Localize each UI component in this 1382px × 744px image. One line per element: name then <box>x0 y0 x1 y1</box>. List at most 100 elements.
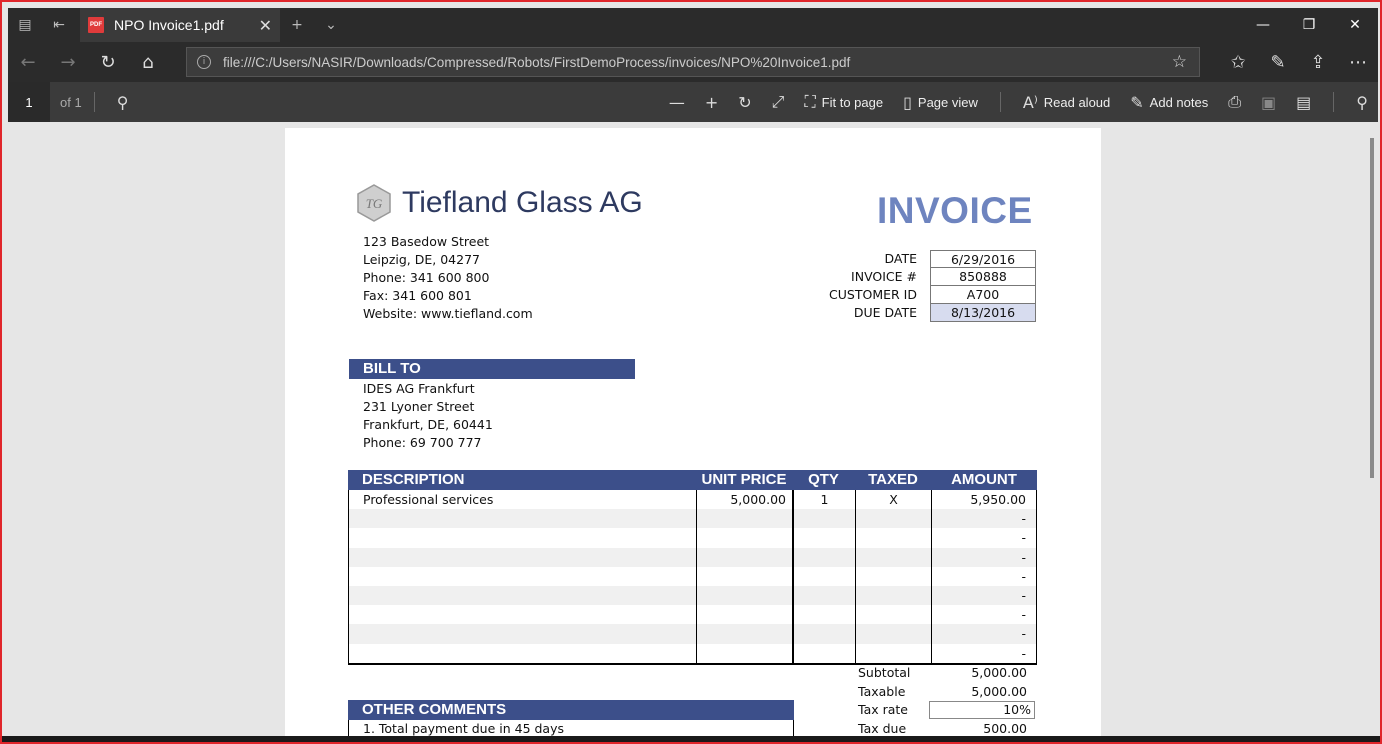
set-aside-tabs-icon[interactable]: ⇤ <box>42 8 76 42</box>
table-cell <box>696 624 792 644</box>
chevron-down-icon[interactable]: ⌄ <box>314 8 348 42</box>
invoice-meta-labels: DATE INVOICE # CUSTOMER ID DUE DATE <box>805 250 917 322</box>
expand-icon: ⤢ <box>771 92 785 111</box>
zoom-out-button[interactable]: — <box>659 82 695 122</box>
customer-id-value: A700 <box>930 286 1036 304</box>
tab-active[interactable]: PDF NPO Invoice1.pdf ✕ <box>80 8 280 42</box>
table-cell: - <box>931 566 1037 586</box>
pdf-toolbar: 1 of 1 ⚲ — + ↻ ⤢ ⛶ Fit to page ▯ Page view… <box>8 82 1378 122</box>
table-cell: 5,950.00 <box>931 490 1037 510</box>
table-cell: - <box>931 624 1037 644</box>
column-header: UNIT PRICE <box>701 471 787 488</box>
pen-icon: ✎ <box>1130 92 1144 112</box>
search-button[interactable]: ⚲ <box>107 82 139 122</box>
close-tab-icon[interactable]: ✕ <box>259 16 272 35</box>
table-cell <box>348 624 696 644</box>
bill-to-heading: BILL TO <box>349 359 635 379</box>
page-view-icon: ▯ <box>903 92 912 112</box>
table-cell <box>855 605 931 625</box>
totals-row: Subtotal 5,000.00 <box>855 664 1035 683</box>
comments-heading: OTHER COMMENTS <box>348 700 794 720</box>
invoice-heading: INVOICE <box>877 190 1033 231</box>
table-row: - <box>348 528 1037 548</box>
table-header: DESCRIPTION UNIT PRICE QTY TAXED AMOUNT <box>348 470 1037 490</box>
totals-label: Subtotal <box>858 665 911 680</box>
pdf-page: TG Tiefland Glass AG INVOICE 123 Basedow… <box>285 128 1101 742</box>
restore-icon[interactable]: ❐ <box>1286 8 1332 42</box>
taskbar-edge <box>2 736 1380 742</box>
totals-value: 5,000.00 <box>971 665 1027 680</box>
bill-to-line: Frankfurt, DE, 60441 <box>363 417 493 432</box>
favorite-star-icon[interactable]: ☆ <box>1172 52 1187 72</box>
table-cell <box>348 643 696 663</box>
logo-text: TG <box>366 196 383 211</box>
close-window-icon[interactable]: ✕ <box>1332 8 1378 42</box>
date-label: DATE <box>884 251 917 266</box>
address-line: 123 Basedow Street <box>363 234 490 249</box>
share-icon[interactable]: ⇪ <box>1298 42 1338 82</box>
table-cell <box>696 566 792 586</box>
table-cell <box>696 585 792 606</box>
page-number-input[interactable]: 1 <box>8 82 50 122</box>
table-cell: - <box>931 585 1037 606</box>
table-row: - <box>348 624 1037 644</box>
read-aloud-button[interactable]: A⁾ Read aloud <box>1013 82 1120 122</box>
new-tab-icon[interactable]: + <box>280 8 314 42</box>
refresh-icon[interactable]: ↻ <box>88 42 128 82</box>
forward-icon[interactable]: → <box>48 42 88 82</box>
rotate-icon: ↻ <box>738 92 752 112</box>
print-button[interactable]: ⎙ <box>1218 82 1251 122</box>
fullscreen-button[interactable]: ⤢ <box>762 82 795 122</box>
table-cell <box>855 509 931 529</box>
table-cell: - <box>931 605 1037 625</box>
address-line: Leipzig, DE, 04277 <box>363 252 480 267</box>
zoom-in-button[interactable]: + <box>695 82 728 122</box>
totals-value: 5,000.00 <box>971 683 1027 699</box>
table-row: - <box>348 547 1037 567</box>
totals-block: Subtotal 5,000.00 Taxable 5,000.00 Tax rate 1… <box>855 664 1035 738</box>
divider <box>93 92 95 112</box>
info-icon[interactable]: i <box>197 55 211 69</box>
add-notes-button[interactable]: ✎ Add notes <box>1120 82 1218 122</box>
company-address: 123 Basedow Street Leipzig, DE, 04277 Ph… <box>363 233 533 323</box>
divider <box>999 92 1001 112</box>
bill-to-address: IDES AG Frankfurt 231 Lyoner Street Fran… <box>363 380 493 452</box>
table-cell: X <box>855 490 931 510</box>
column-header: AMOUNT <box>951 471 1017 488</box>
bill-to-line: Phone: 69 700 777 <box>363 435 482 450</box>
favorites-icon[interactable]: ✩ <box>1218 42 1258 82</box>
table-cell <box>855 624 931 644</box>
company-logo: TG <box>357 184 391 222</box>
minimize-icon[interactable]: — <box>1240 8 1286 42</box>
address-bar[interactable]: i file:///C:/Users/NASIR/Downloads/Compr… <box>186 47 1200 77</box>
home-icon[interactable]: ⌂ <box>128 42 168 82</box>
pin-toolbar-button[interactable]: ⚲ <box>1346 82 1378 122</box>
tab-list-icon[interactable]: ▤ <box>8 8 42 42</box>
tab-title: NPO Invoice1.pdf <box>114 17 224 33</box>
table-cell <box>792 624 855 644</box>
fit-to-page-button[interactable]: ⛶ Fit to page <box>794 82 893 122</box>
vertical-scrollbar[interactable] <box>1370 138 1374 478</box>
totals-row: Tax rate 10% <box>855 701 1035 720</box>
more-icon[interactable]: ⋯ <box>1338 42 1378 82</box>
save-as-button[interactable]: ▤ <box>1286 82 1321 122</box>
totals-row: Taxable 5,000.00 <box>855 683 1035 702</box>
table-cell <box>696 509 792 529</box>
page-view-label: Page view <box>917 94 978 110</box>
screenshot-frame: ▤ ⇤ PDF NPO Invoice1.pdf ✕ + ⌄ — ❐ ✕ ← →… <box>0 0 1382 744</box>
rotate-button[interactable]: ↻ <box>728 82 761 122</box>
pdf-icon: PDF <box>88 17 104 33</box>
totals-label: Tax rate <box>858 702 908 717</box>
totals-label: Taxable <box>858 683 906 699</box>
page-view-button[interactable]: ▯ Page view <box>893 82 988 122</box>
table-cell <box>348 566 696 586</box>
search-icon: ⚲ <box>116 92 129 112</box>
table-cell <box>696 547 792 567</box>
save-button[interactable]: ▣ <box>1251 82 1286 122</box>
document-viewport[interactable]: TG Tiefland Glass AG INVOICE 123 Basedow… <box>8 122 1378 742</box>
table-cell <box>696 605 792 625</box>
back-icon[interactable]: ← <box>8 42 48 82</box>
table-cell <box>792 509 855 529</box>
table-row: Professional services 5,000.00 1 X 5,950.00 <box>348 490 1037 510</box>
web-note-icon[interactable]: ✎ <box>1258 42 1298 82</box>
